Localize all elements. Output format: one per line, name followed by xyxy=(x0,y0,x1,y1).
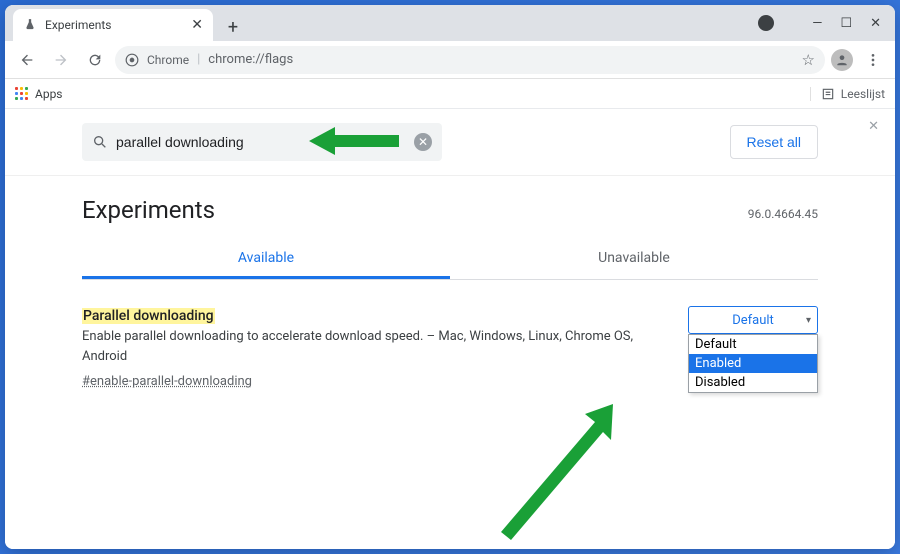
tab-unavailable[interactable]: Unavailable xyxy=(450,240,818,279)
kebab-menu-icon xyxy=(865,52,881,68)
option-enabled[interactable]: Enabled xyxy=(689,354,817,373)
toolbar: Chrome | chrome://flags ☆ xyxy=(5,41,895,79)
option-default[interactable]: Default xyxy=(689,335,817,354)
back-button[interactable] xyxy=(13,46,41,74)
window-controls: — ☐ ✕ xyxy=(758,5,889,41)
new-tab-button[interactable]: + xyxy=(219,13,247,41)
maximize-button[interactable]: ☐ xyxy=(840,16,852,31)
clear-search-icon[interactable]: ✕ xyxy=(414,133,432,151)
reading-list-icon xyxy=(821,87,835,101)
reading-list-button[interactable]: Leeslijst xyxy=(810,87,885,101)
url-text: chrome://flags xyxy=(208,52,293,67)
forward-button[interactable] xyxy=(47,46,75,74)
close-window-button[interactable]: ✕ xyxy=(870,16,881,31)
flag-description: Enable parallel downloading to accelerat… xyxy=(82,329,633,364)
page-content: ✕ ✕ Reset all Experiments 96.0.4664.45 xyxy=(5,109,895,549)
flag-title: Parallel downloading xyxy=(82,308,215,324)
option-disabled[interactable]: Disabled xyxy=(689,373,817,392)
chevron-down-icon: ▾ xyxy=(806,315,811,326)
bookmark-star-icon[interactable]: ☆ xyxy=(802,51,815,69)
annotation-arrow-icon xyxy=(309,123,399,159)
close-tab-icon[interactable]: ✕ xyxy=(191,17,203,33)
minimize-button[interactable]: — xyxy=(812,16,822,31)
chrome-logo-icon xyxy=(125,53,139,67)
flag-select-wrap: Default ▾ Default Enabled Disabled xyxy=(688,306,818,334)
profile-avatar[interactable] xyxy=(831,49,853,71)
tab-strip: Experiments ✕ + — ☐ ✕ xyxy=(5,5,895,41)
apps-label[interactable]: Apps xyxy=(35,87,63,101)
browser-tab[interactable]: Experiments ✕ xyxy=(13,9,213,41)
page-title: Experiments xyxy=(82,196,215,224)
bookmarks-bar: Apps Leeslijst xyxy=(5,79,895,109)
arrow-right-icon xyxy=(53,52,69,68)
flask-icon xyxy=(23,18,37,32)
browser-window: Experiments ✕ + — ☐ ✕ Chrome | chrome://… xyxy=(5,5,895,549)
arrow-left-icon xyxy=(19,52,35,68)
heading-row: Experiments 96.0.4664.45 xyxy=(82,176,818,232)
tab-available[interactable]: Available xyxy=(82,240,450,279)
flag-anchor[interactable]: #enable-parallel-downloading xyxy=(82,372,252,392)
person-icon xyxy=(835,53,849,67)
search-icon xyxy=(92,134,108,150)
media-indicator-icon[interactable] xyxy=(758,15,774,31)
version-label: 96.0.4664.45 xyxy=(748,207,818,221)
separator: | xyxy=(197,52,200,67)
flag-row: Parallel downloading Enable parallel dow… xyxy=(82,280,818,418)
annotation-arrow-icon xyxy=(483,404,623,544)
address-bar[interactable]: Chrome | chrome://flags ☆ xyxy=(115,46,825,74)
flag-select[interactable]: Default ▾ xyxy=(688,306,818,334)
reset-all-button[interactable]: Reset all xyxy=(730,125,818,159)
search-row: ✕ Reset all xyxy=(82,109,818,175)
reload-button[interactable] xyxy=(81,46,109,74)
tab-list: Available Unavailable xyxy=(82,240,818,280)
apps-grid-icon[interactable] xyxy=(15,87,29,101)
menu-button[interactable] xyxy=(859,46,887,74)
reload-icon xyxy=(87,52,103,68)
flag-select-value: Default xyxy=(732,313,774,328)
tab-title: Experiments xyxy=(45,18,183,32)
flag-dropdown: Default Enabled Disabled xyxy=(688,334,818,393)
reading-list-label: Leeslijst xyxy=(841,87,885,101)
secure-label: Chrome xyxy=(147,53,189,67)
flag-text: Parallel downloading Enable parallel dow… xyxy=(82,306,668,392)
